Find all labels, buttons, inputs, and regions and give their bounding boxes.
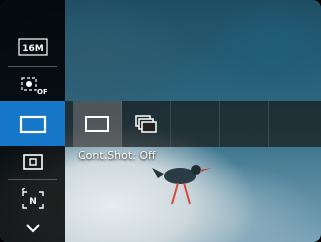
option-slot[interactable] [269,101,317,147]
af-mode-label: N [29,197,37,207]
spot-metering-icon [22,154,43,170]
camera-screen: 16M OFF N [0,0,321,242]
menu-item-metering[interactable] [0,146,65,178]
menu-separator [8,66,57,67]
single-shot-icon [19,115,46,133]
af-mode-n-icon: N [21,188,44,209]
bird-subject [152,165,212,205]
continuous-shot-icon [135,115,157,133]
chevron-down-icon [25,224,40,233]
option-continuous-shot[interactable] [122,101,171,147]
option-slot[interactable] [171,101,220,147]
menu-item-af-mode[interactable]: N [0,182,65,216]
resolution-16m-icon: 16M [17,38,48,56]
option-single-shot[interactable] [73,101,122,147]
face-detect-off-icon: OFF [20,77,47,96]
cont-shot-option-bar [65,101,321,147]
face-detect-off-label: OFF [37,88,47,96]
single-shot-icon [85,116,109,132]
resolution-label: 16M [22,44,44,54]
menu-item-cont-shot[interactable] [0,101,65,146]
side-menu: 16M OFF N [0,0,65,242]
menu-item-face-detect[interactable]: OFF [0,69,65,103]
menu-item-more[interactable] [0,216,65,240]
option-label: Cont.Shot: Off [78,149,156,162]
menu-separator [8,179,57,180]
menu-item-resolution[interactable]: 16M [0,30,65,64]
option-slot[interactable] [220,101,269,147]
